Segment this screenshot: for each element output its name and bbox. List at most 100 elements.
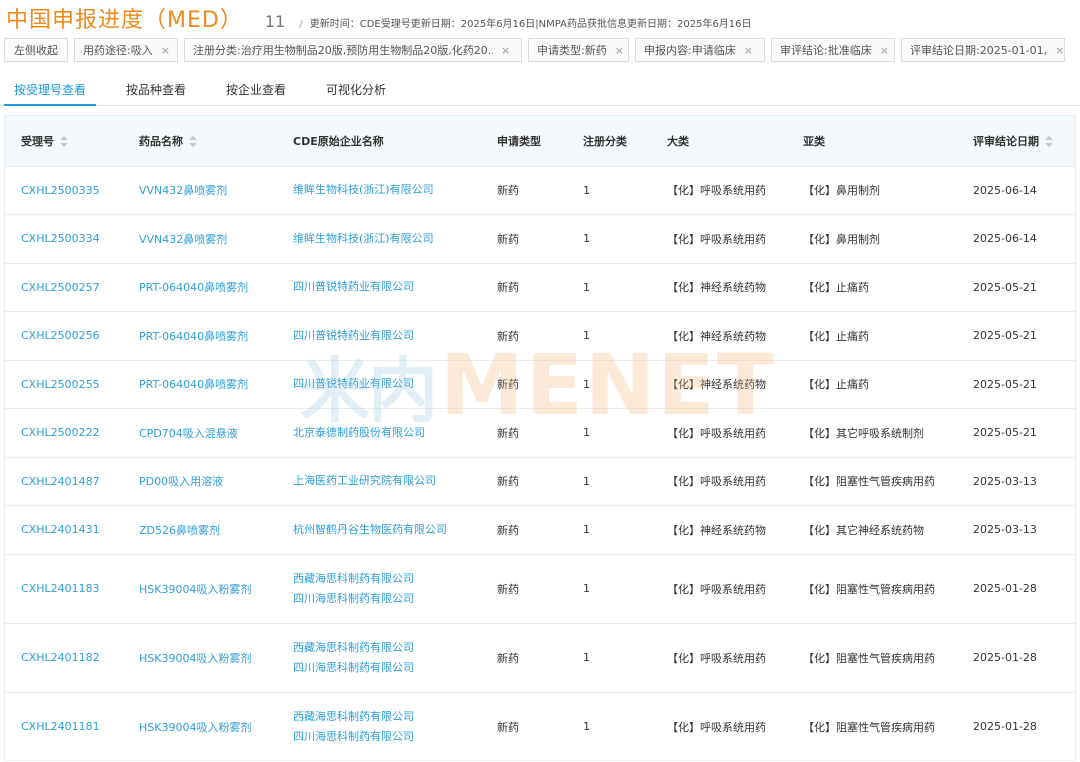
company-link[interactable]: 西藏海思科制药有限公司	[293, 569, 481, 589]
drug-name-link[interactable]: VVN432鼻喷雾剂	[123, 214, 277, 263]
drug-name-link[interactable]: PRT-064040鼻喷雾剂	[123, 359, 277, 409]
table-row[interactable]: CXHL2401487 PD00吸入用溶液 上海医药工业研究院有限公司 新药 1 【化】呼…	[5, 456, 1075, 506]
subcategory-cell: 【化】鼻用制剂	[787, 214, 957, 263]
application-type-cell: 新药	[481, 505, 567, 554]
filter-chip-label: 申报内容:申请临床	[644, 44, 736, 57]
results-table: 受理号 药品名称 CDE原始企业名称 申请类型 注册分类 大类 亚类 评审结论日…	[5, 116, 1075, 760]
company-link[interactable]: 四川海思科制药有限公司	[293, 589, 481, 609]
company-link[interactable]: 四川海思科制药有限公司	[293, 658, 481, 678]
column-header-review-date[interactable]: 评审结论日期	[957, 116, 1075, 166]
table-row[interactable]: CXHL2500222 CPD704吸入混悬液 北京泰德制药股份有限公司 新药 1 【化】…	[5, 408, 1075, 457]
company-link[interactable]: 维眸生物科技(浙江)有限公司	[293, 180, 481, 200]
category-cell: 【化】呼吸系统用药	[651, 214, 787, 263]
table-row[interactable]: CXHL2401181 HSK39004吸入粉雾剂 西藏海思科制药有限公司 四川海思科…	[5, 691, 1075, 760]
application-type-cell: 新药	[481, 311, 567, 360]
company-cell: 维眸生物科技(浙江)有限公司	[277, 214, 481, 263]
application-type-cell: 新药	[481, 359, 567, 409]
company-link[interactable]: 四川海思科制药有限公司	[293, 727, 481, 747]
drug-name-link[interactable]: HSK39004吸入粉雾剂	[123, 622, 277, 692]
column-header-registration-class: 注册分类	[583, 134, 627, 148]
sort-icon[interactable]	[189, 136, 197, 148]
company-link[interactable]: 四川普锐特药业有限公司	[293, 374, 481, 394]
collapse-sidebar-button[interactable]: 左侧收起	[4, 38, 68, 62]
table-row[interactable]: CXHL2500257 PRT-064040鼻喷雾剂 四川普锐特药业有限公司 新药 1 【…	[5, 262, 1075, 312]
acceptance-number-link[interactable]: CXHL2500222	[5, 408, 123, 457]
company-link[interactable]: 西藏海思科制药有限公司	[293, 638, 481, 658]
registration-class-cell: 1	[567, 691, 651, 760]
acceptance-number-link[interactable]: CXHL2500335	[5, 165, 123, 215]
review-date-cell: 2025-03-13	[957, 456, 1075, 506]
application-type-cell: 新药	[481, 553, 567, 623]
tab-by-product[interactable]: 按品种查看	[116, 76, 196, 106]
drug-name-link[interactable]: VVN432鼻喷雾剂	[123, 165, 277, 215]
table-body: CXHL2500335 VVN432鼻喷雾剂 维眸生物科技(浙江)有限公司 新药 1 【化…	[5, 165, 1075, 760]
application-type-cell: 新药	[481, 622, 567, 692]
drug-name-link[interactable]: PRT-064040鼻喷雾剂	[123, 311, 277, 360]
acceptance-number-link[interactable]: CXHL2500257	[5, 262, 123, 312]
application-type-cell: 新药	[481, 165, 567, 215]
acceptance-number-link[interactable]: CXHL2401183	[5, 553, 123, 623]
review-date-cell: 2025-05-21	[957, 359, 1075, 409]
company-cell: 四川普锐特药业有限公司	[277, 311, 481, 360]
acceptance-number-link[interactable]: CXHL2401181	[5, 691, 123, 760]
acceptance-number-link[interactable]: CXHL2500334	[5, 214, 123, 263]
tab-by-company[interactable]: 按企业查看	[216, 76, 296, 106]
subcategory-cell: 【化】其它神经系统药物	[787, 505, 957, 554]
review-date-cell: 2025-01-28	[957, 553, 1075, 623]
drug-name-link[interactable]: PD00吸入用溶液	[123, 456, 277, 506]
update-text: 更新时间：CDE受理号更新日期：2025年6月16日|NMPA药品获批信息更新日…	[309, 19, 752, 30]
company-link[interactable]: 杭州智鹤丹谷生物医药有限公司	[293, 520, 481, 540]
close-icon[interactable]: ×	[1055, 44, 1064, 57]
filter-chip: 评审结论日期:2025-01-01, ×	[901, 38, 1065, 62]
sort-icon[interactable]	[60, 136, 68, 148]
category-cell: 【化】神经系统药物	[651, 505, 787, 554]
drug-name-link[interactable]: PRT-064040鼻喷雾剂	[123, 262, 277, 312]
table-row[interactable]: CXHL2500334 VVN432鼻喷雾剂 维眸生物科技(浙江)有限公司 新药 1 【化…	[5, 214, 1075, 263]
company-link[interactable]: 上海医药工业研究院有限公司	[293, 471, 481, 491]
category-cell: 【化】神经系统药物	[651, 311, 787, 360]
company-cell: 西藏海思科制药有限公司 四川海思科制药有限公司	[277, 553, 481, 623]
close-icon[interactable]: ×	[501, 44, 510, 57]
column-header-drug-name[interactable]: 药品名称	[123, 116, 277, 166]
acceptance-number-link[interactable]: CXHL2500255	[5, 359, 123, 409]
drug-name-link[interactable]: CPD704吸入混悬液	[123, 408, 277, 457]
acceptance-number-link[interactable]: CXHL2401431	[5, 505, 123, 554]
subcategory-cell: 【化】止痛药	[787, 359, 957, 409]
company-link[interactable]: 四川普锐特药业有限公司	[293, 326, 481, 346]
close-icon[interactable]: ×	[615, 44, 624, 57]
acceptance-number-link[interactable]: CXHL2500256	[5, 311, 123, 360]
company-cell: 西藏海思科制药有限公司 四川海思科制药有限公司	[277, 622, 481, 692]
company-cell: 杭州智鹤丹谷生物医药有限公司	[277, 505, 481, 554]
category-cell: 【化】呼吸系统用药	[651, 165, 787, 215]
close-icon[interactable]: ×	[880, 44, 889, 57]
drug-name-link[interactable]: HSK39004吸入粉雾剂	[123, 691, 277, 760]
tab-by-acceptance-number[interactable]: 按受理号查看	[4, 76, 97, 106]
column-header-acceptance-number[interactable]: 受理号	[5, 116, 123, 166]
drug-name-link[interactable]: ZD526鼻喷雾剂	[123, 505, 277, 554]
sort-icon[interactable]	[1045, 136, 1053, 148]
filter-bar: 左侧收起 用药途径:吸入 × 注册分类:治疗用生物制品20版,预防用生物制品20…	[4, 38, 1080, 62]
registration-class-cell: 1	[567, 262, 651, 312]
company-link[interactable]: 北京泰德制药股份有限公司	[293, 423, 481, 443]
column-header-category: 大类	[667, 134, 689, 148]
company-cell: 上海医药工业研究院有限公司	[277, 456, 481, 506]
table-row[interactable]: CXHL2500255 PRT-064040鼻喷雾剂 四川普锐特药业有限公司 新药 1 【…	[5, 359, 1075, 409]
subcategory-cell: 【化】阻塞性气管疾病用药	[787, 691, 957, 760]
subcategory-cell: 【化】阻塞性气管疾病用药	[787, 456, 957, 506]
drug-name-link[interactable]: HSK39004吸入粉雾剂	[123, 553, 277, 623]
results-table-container: 受理号 药品名称 CDE原始企业名称 申请类型 注册分类 大类 亚类 评审结论日…	[4, 115, 1076, 761]
table-row[interactable]: CXHL2500256 PRT-064040鼻喷雾剂 四川普锐特药业有限公司 新药 1 【…	[5, 311, 1075, 360]
company-link[interactable]: 西藏海思科制药有限公司	[293, 707, 481, 727]
registration-class-cell: 1	[567, 408, 651, 457]
tab-visual-analysis[interactable]: 可视化分析	[316, 76, 396, 106]
close-icon[interactable]: ×	[161, 44, 170, 57]
acceptance-number-link[interactable]: CXHL2401182	[5, 622, 123, 692]
table-row[interactable]: CXHL2401431 ZD526鼻喷雾剂 杭州智鹤丹谷生物医药有限公司 新药 1 【化】…	[5, 505, 1075, 554]
close-icon[interactable]: ×	[744, 44, 753, 57]
acceptance-number-link[interactable]: CXHL2401487	[5, 456, 123, 506]
company-link[interactable]: 维眸生物科技(浙江)有限公司	[293, 229, 481, 249]
company-link[interactable]: 四川普锐特药业有限公司	[293, 277, 481, 297]
table-row[interactable]: CXHL2401182 HSK39004吸入粉雾剂 西藏海思科制药有限公司 四川海思科…	[5, 622, 1075, 692]
table-row[interactable]: CXHL2401183 HSK39004吸入粉雾剂 西藏海思科制药有限公司 四川海思科…	[5, 553, 1075, 623]
table-row[interactable]: CXHL2500335 VVN432鼻喷雾剂 维眸生物科技(浙江)有限公司 新药 1 【化…	[5, 165, 1075, 215]
